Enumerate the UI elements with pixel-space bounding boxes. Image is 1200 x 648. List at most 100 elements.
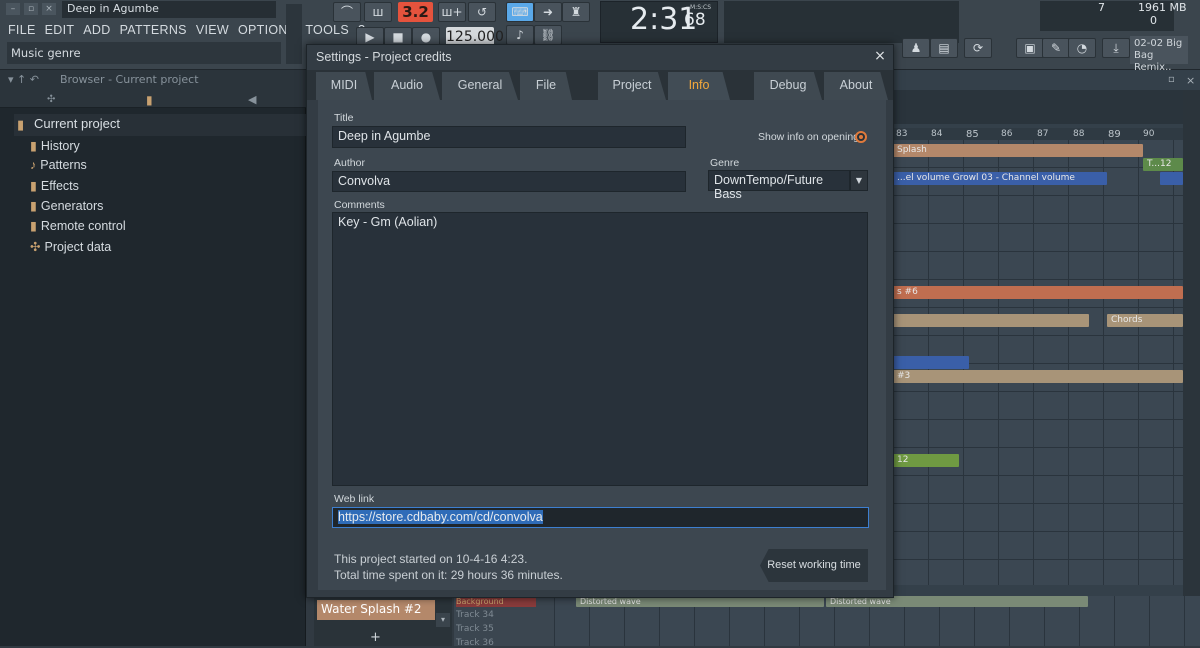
tab-about[interactable]: About [824, 72, 888, 100]
tab-debug[interactable]: Debug [754, 72, 822, 100]
close-icon[interactable]: × [42, 3, 56, 15]
track-header[interactable]: Track 36 [456, 638, 494, 648]
tree-item-project-data[interactable]: ✣ Project data [30, 239, 111, 254]
menu-edit[interactable]: EDIT [45, 21, 75, 39]
chevron-down-icon[interactable]: ▾ [436, 613, 450, 627]
clip-hash3[interactable]: #3 [893, 370, 1183, 383]
clip-chords[interactable]: Chords [1107, 314, 1183, 327]
tree-item-label: Patterns [40, 158, 87, 172]
ruler-mark: 86 [1001, 129, 1013, 139]
clip-splash[interactable]: Splash [893, 144, 1143, 157]
effects-icon: ▮ [30, 179, 37, 193]
title-label: Title [334, 112, 354, 124]
tab-project[interactable]: Project [598, 72, 666, 100]
clip-volume-end[interactable] [1160, 172, 1183, 185]
step-edit-icon[interactable]: ➜ [534, 2, 562, 22]
download-icon[interactable]: ⤓ [1102, 38, 1130, 58]
blend-notes-icon[interactable]: ♪ [506, 25, 534, 45]
track-header[interactable]: Track 34 [456, 610, 494, 620]
snap-icon[interactable]: ♜ [562, 2, 590, 22]
add-pattern-button[interactable]: + [370, 630, 381, 645]
tab-audio[interactable]: Audio [374, 72, 440, 100]
tree-root-label: Current project [34, 116, 120, 131]
tree-item-label: History [40, 139, 80, 153]
minimize-icon[interactable]: – [6, 3, 20, 15]
browser-folder-icon[interactable]: ▮ [146, 93, 153, 107]
loop-record-icon[interactable]: ↺ [468, 2, 496, 22]
tab-general[interactable]: General [442, 72, 518, 100]
chat-icon[interactable]: ◔ [1068, 38, 1096, 58]
tab-file[interactable]: File [520, 72, 572, 100]
track-header[interactable]: Track 35 [456, 624, 494, 634]
menu-view[interactable]: VIEW [196, 21, 229, 39]
show-info-label: Show info on opening [758, 131, 859, 143]
typing-keyboard-icon[interactable]: ⌨ [506, 2, 534, 22]
tree-item-history[interactable]: ▮ History [30, 138, 80, 153]
weblink-field[interactable]: https://store.cdbaby.com/cd/convolva [332, 507, 869, 528]
time-spent: Total time spent on it: 29 hours 36 minu… [334, 568, 563, 582]
ruler-mark: 83 [896, 129, 908, 139]
playlist-restore-icon[interactable]: ▫ [1168, 74, 1175, 85]
tree-item-generators[interactable]: ▮ Generators [30, 198, 103, 213]
chevron-down-icon[interactable]: ▼ [850, 170, 868, 191]
clip-pattern[interactable] [893, 314, 1089, 327]
tree-item-label: Effects [40, 179, 79, 193]
clip-12[interactable]: 12 [893, 454, 959, 467]
tree-item-effects[interactable]: ▮ Effects [30, 178, 79, 193]
master-volume-slider[interactable] [286, 4, 302, 64]
wait-input-icon[interactable]: ш [364, 2, 392, 22]
tree-item-remote-control[interactable]: ▮ Remote control [30, 218, 126, 233]
comments-field[interactable]: Key - Gm (Aolian) [332, 212, 868, 486]
ruler-mark: 89 [1108, 129, 1121, 140]
tab-midi[interactable]: MIDI [316, 72, 372, 100]
menu-patterns[interactable]: PATTERNS [120, 21, 187, 39]
playlist-scrollbar[interactable] [1183, 90, 1200, 646]
pattern-name[interactable]: Water Splash #2 [317, 600, 435, 620]
show-info-toggle[interactable] [855, 131, 867, 143]
save-icon[interactable]: ▣ [1016, 38, 1044, 58]
project-data-icon: ✣ [30, 240, 41, 254]
waveform-monitor [724, 1, 959, 43]
clip-s6[interactable]: s #6 [893, 286, 1183, 299]
dialog-title: Settings - Project credits [316, 50, 452, 64]
title-field[interactable]: Deep in Agumbe [332, 126, 686, 148]
menu-file[interactable]: FILE [8, 21, 36, 39]
clip-volume[interactable]: ...el volume Growl 03 - Channel volume [893, 172, 1107, 185]
playlist-close-icon[interactable]: × [1186, 74, 1195, 87]
browser-nav-icon[interactable]: ▾ ↑ ↶ [8, 73, 39, 86]
piano-roll-icon[interactable]: ♟ [902, 38, 930, 58]
render-icon[interactable]: ✎ [1042, 38, 1070, 58]
project-started: This project started on 10-4-16 4:23. [334, 552, 528, 566]
tab-info[interactable]: Info [668, 72, 730, 100]
history-icon: ▮ [30, 139, 37, 153]
reset-working-time-button[interactable]: Reset working time [760, 549, 868, 582]
author-field[interactable]: Convolva [332, 171, 686, 192]
metronome-icon[interactable]: ⌒ [333, 2, 361, 22]
project-icon: ▮ [17, 117, 25, 132]
browser-expand-icon[interactable]: ✣ [47, 94, 55, 105]
refresh-icon[interactable]: ⟳ [964, 38, 992, 58]
close-icon[interactable]: × [873, 48, 887, 64]
browser-icon[interactable]: ▤ [930, 38, 958, 58]
song-info-top: 02-02 Big [1134, 38, 1183, 49]
playlist-overview[interactable] [893, 90, 1183, 124]
note-icon: ♪ [30, 158, 37, 172]
link-icon[interactable]: ⛓ [534, 25, 562, 45]
restore-icon[interactable]: ▫ [24, 3, 38, 15]
song-info[interactable]: 02-02 Big Bag Remix.. [1130, 36, 1188, 73]
browser-speaker-icon[interactable]: ◀ [248, 93, 256, 106]
add-pattern-icon[interactable]: ш+ [438, 2, 466, 22]
clip-blue[interactable] [893, 356, 969, 369]
tree-item-label: Project data [44, 240, 112, 254]
clip-t12[interactable]: T...12 [1143, 158, 1183, 171]
weblink-label: Web link [334, 493, 375, 505]
menu-tools[interactable]: TOOLS [305, 21, 349, 39]
cpu-count: 7 [1098, 1, 1105, 14]
menu-add[interactable]: ADD [83, 21, 110, 39]
tree-root[interactable]: ▮ Current project [14, 114, 306, 136]
tree-item-patterns[interactable]: ♪ Patterns [30, 158, 87, 172]
pattern-number[interactable]: 3.2 [398, 2, 433, 22]
track-header[interactable]: Background [456, 597, 536, 607]
menu-bar: FILE EDIT ADD PATTERNS VIEW OPTIONS TOOL… [8, 21, 365, 39]
genre-field[interactable]: DownTempo/Future Bass [708, 170, 850, 201]
